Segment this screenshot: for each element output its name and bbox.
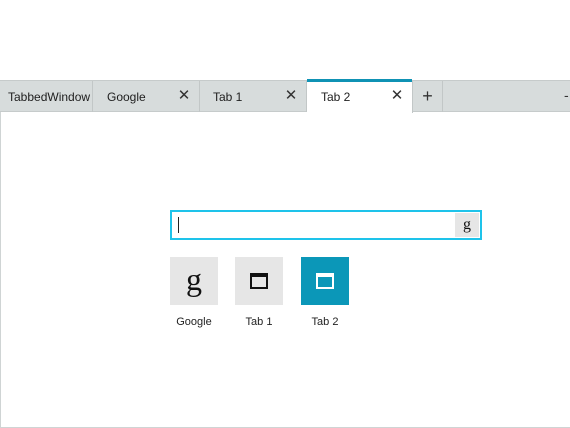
tab-tab-1[interactable]: Tab 1 ✕ bbox=[200, 81, 307, 112]
tab-google[interactable]: Google ✕ bbox=[93, 81, 200, 112]
google-g-icon: g bbox=[186, 261, 202, 297]
tab-label: Google bbox=[107, 89, 146, 104]
tab-label: TabbedWindow bbox=[8, 89, 91, 104]
tile-tab-2[interactable] bbox=[301, 257, 349, 305]
overflow-indicator[interactable]: - bbox=[564, 87, 570, 103]
close-icon[interactable]: ✕ bbox=[177, 88, 191, 104]
tile-tab-1[interactable] bbox=[235, 257, 283, 305]
tile-google[interactable]: g bbox=[170, 257, 218, 305]
text-caret bbox=[178, 217, 179, 233]
close-icon[interactable]: ✕ bbox=[390, 88, 404, 104]
new-tab-button[interactable]: + bbox=[413, 81, 443, 112]
google-g-icon: g bbox=[463, 216, 471, 233]
close-icon[interactable]: ✕ bbox=[284, 88, 298, 104]
window-frame bbox=[0, 80, 570, 428]
search-button[interactable]: g bbox=[455, 213, 479, 237]
window-icon bbox=[316, 273, 334, 289]
tab-label: Tab 1 bbox=[213, 89, 243, 104]
tab-tab-2[interactable]: Tab 2 ✕ bbox=[307, 79, 413, 113]
search-input[interactable] bbox=[172, 212, 454, 238]
tile-label: Tab 1 bbox=[245, 316, 273, 328]
window-icon bbox=[250, 273, 268, 289]
tile-label: Google bbox=[176, 316, 212, 328]
tab-bar: TabbedWindow Google ✕ Tab 1 ✕ Tab 2 ✕ + … bbox=[0, 79, 570, 113]
tab-tabbedwindow[interactable]: TabbedWindow bbox=[0, 81, 93, 112]
tab-label: Tab 2 bbox=[321, 90, 351, 104]
tile-label: Tab 2 bbox=[311, 316, 339, 328]
search-box: g bbox=[170, 210, 482, 240]
